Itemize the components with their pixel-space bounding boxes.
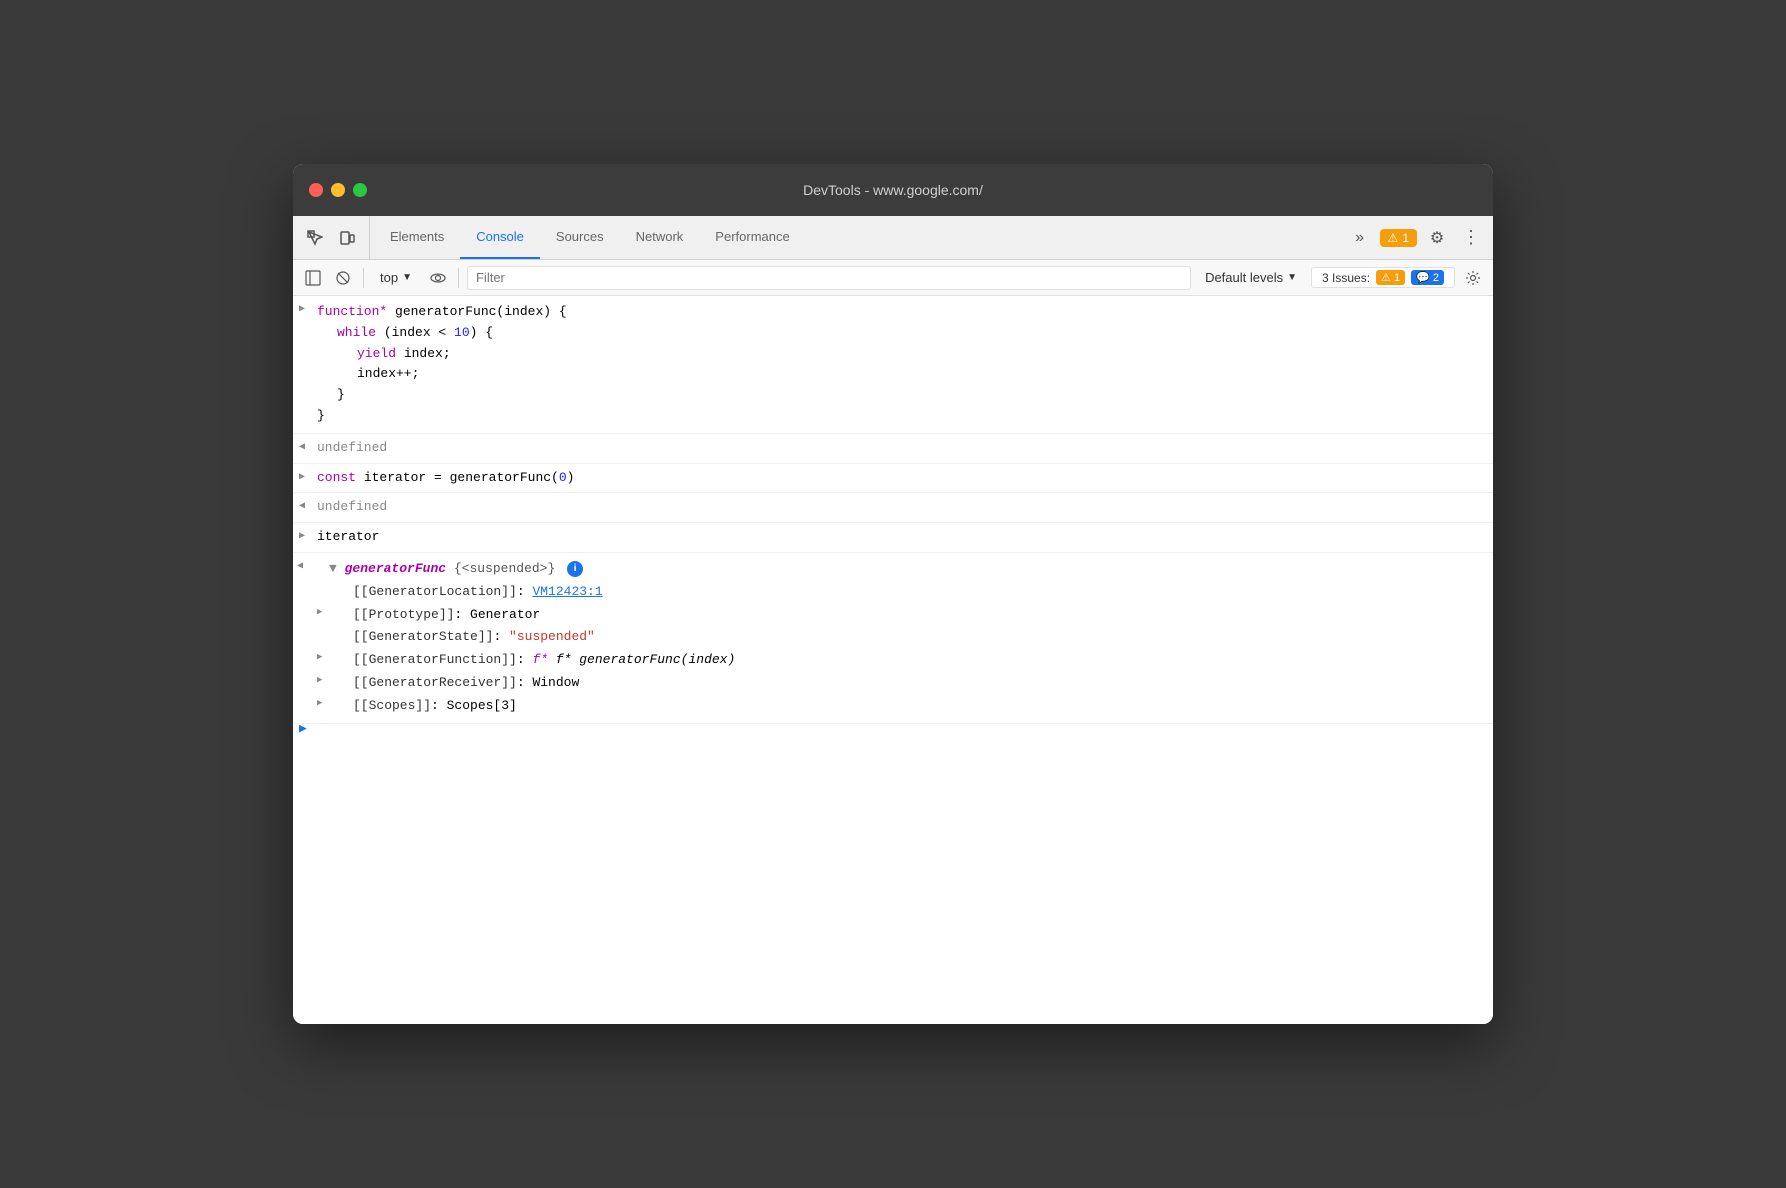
more-tabs-button[interactable]: » <box>1346 224 1374 252</box>
console-sidebar-button[interactable] <box>301 266 325 290</box>
traffic-lights <box>309 183 367 197</box>
console-entry-generator-expanded: ◀ ▼ generatorFunc {<suspended>} i [[Gene… <box>293 553 1493 724</box>
toolbar-divider <box>363 268 364 288</box>
devtools-icons <box>301 216 370 259</box>
console-input-line[interactable]: ▶ <box>293 724 1493 736</box>
console-entry-iterator-assign: ▶ const iterator = generatorFunc(0) <box>293 464 1493 494</box>
more-options-button[interactable]: ⋮ <box>1457 224 1485 252</box>
inspect-element-icon[interactable] <box>301 224 329 252</box>
issues-badge[interactable]: 3 Issues: ⚠ 1 💬 2 <box>1311 267 1455 288</box>
expand-arrow-2[interactable]: ▶ <box>299 470 305 486</box>
tab-elements[interactable]: Elements <box>374 216 460 259</box>
generator-function-row[interactable]: [[GeneratorFunction]]: f* f* generatorFu… <box>317 650 1485 671</box>
result-arrow: ◀ <box>299 440 305 456</box>
tab-sources[interactable]: Sources <box>540 216 620 259</box>
generator-scopes-row[interactable]: [[Scopes]]: Scopes[3] <box>317 696 1485 717</box>
filter-input[interactable] <box>467 266 1191 290</box>
warn-icon: ⚠ <box>1381 272 1391 284</box>
toolbar-divider-2 <box>458 268 459 288</box>
warn-count-badge: ⚠ 1 <box>1376 270 1405 285</box>
console-entry-iterator: ▶ iterator <box>293 523 1493 553</box>
tab-console[interactable]: Console <box>460 216 540 259</box>
warning-icon: ⚠ <box>1388 231 1399 245</box>
result-arrow-2: ◀ <box>299 499 305 515</box>
maximize-button[interactable] <box>353 183 367 197</box>
collapse-arrow[interactable]: ◀ <box>297 559 303 575</box>
console-entry-undefined-2: ◀ undefined <box>293 493 1493 523</box>
device-toolbar-icon[interactable] <box>333 224 361 252</box>
devtools-window: DevTools - www.google.com/ Elements <box>293 164 1493 1024</box>
tab-bar: Elements Console Sources Network Perform… <box>293 216 1493 260</box>
warning-badge[interactable]: ⚠ 1 <box>1380 229 1417 247</box>
clear-console-button[interactable] <box>331 266 355 290</box>
context-selector[interactable]: top ▼ <box>372 268 420 287</box>
prototype-row[interactable]: [[Prototype]]: Generator <box>317 605 1485 626</box>
console-entry-undefined-1: ◀ undefined <box>293 434 1493 464</box>
generator-location-link[interactable]: VM12423:1 <box>532 584 602 599</box>
console-content[interactable]: ▶ function* generatorFunc(index) { while… <box>293 296 1493 1024</box>
console-toolbar: top ▼ Default levels ▼ 3 Issues: ⚠ 1 💬 2 <box>293 260 1493 296</box>
info-icon[interactable]: i <box>567 561 583 577</box>
chat-icon: 💬 <box>1416 272 1430 284</box>
console-settings-button[interactable] <box>1461 266 1485 290</box>
info-count-badge: 💬 2 <box>1411 270 1444 285</box>
chevron-down-icon-2: ▼ <box>1287 272 1297 283</box>
default-levels-button[interactable]: Default levels ▼ <box>1197 268 1305 287</box>
tab-performance[interactable]: Performance <box>699 216 805 259</box>
console-entry-function: ▶ function* generatorFunc(index) { while… <box>293 296 1493 434</box>
minimize-button[interactable] <box>331 183 345 197</box>
tabs: Elements Console Sources Network Perform… <box>374 216 1346 259</box>
generator-receiver-row[interactable]: [[GeneratorReceiver]]: Window <box>317 673 1485 694</box>
settings-button[interactable]: ⚙ <box>1423 224 1451 252</box>
eye-button[interactable] <box>426 266 450 290</box>
title-bar: DevTools - www.google.com/ <box>293 164 1493 216</box>
close-button[interactable] <box>309 183 323 197</box>
tab-network[interactable]: Network <box>620 216 700 259</box>
chevron-down-icon: ▼ <box>402 272 412 283</box>
expand-arrow-3[interactable]: ▶ <box>299 529 305 545</box>
window-title: DevTools - www.google.com/ <box>803 182 983 198</box>
input-prompt: ▶ <box>299 719 307 740</box>
tab-bar-right: » ⚠ 1 ⚙ ⋮ <box>1346 216 1485 259</box>
expand-arrow[interactable]: ▶ <box>299 302 305 318</box>
